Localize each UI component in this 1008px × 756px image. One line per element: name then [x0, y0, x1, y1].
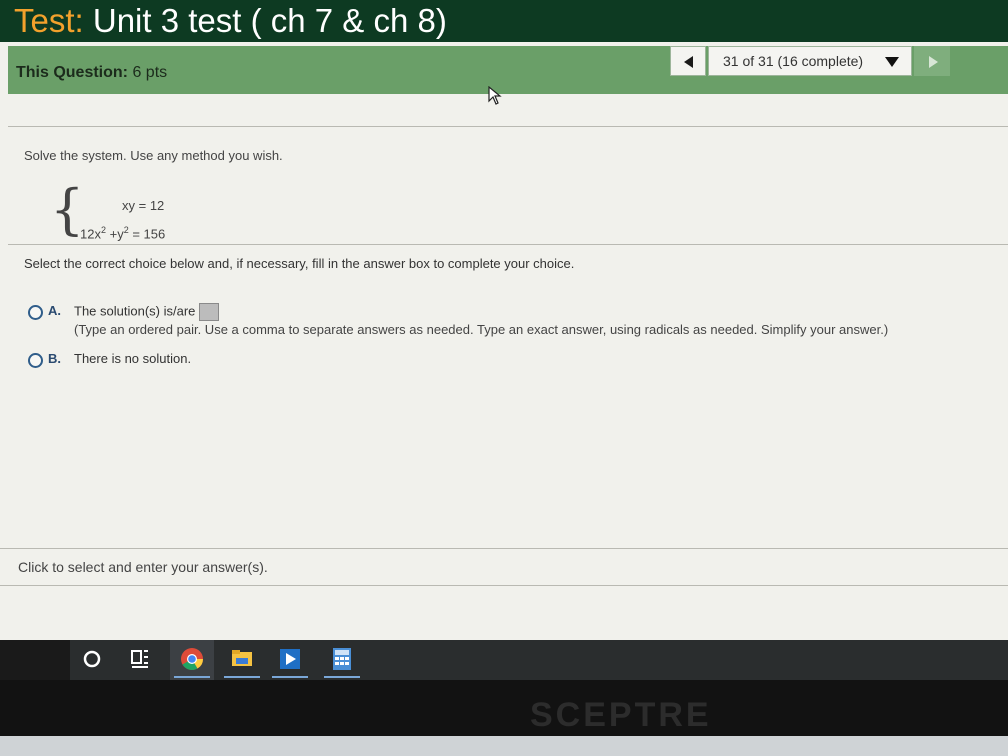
chrome-button[interactable] — [170, 640, 214, 680]
file-explorer-icon — [232, 650, 252, 666]
title-text: Unit 3 test ( ch 7 & ch 8) — [83, 2, 447, 39]
chrome-icon — [181, 648, 203, 670]
media-player-button[interactable] — [268, 640, 312, 680]
mouse-pointer-icon — [488, 86, 502, 105]
calculator-icon — [333, 648, 351, 670]
title-bar: Test: Unit 3 test ( ch 7 & ch 8) — [0, 0, 1008, 42]
page-title: Test: Unit 3 test ( ch 7 & ch 8) — [14, 2, 447, 40]
answer-hint: (Type an ordered pair. Use a comma to se… — [74, 322, 889, 337]
monitor-brand-logo: SCEPTRE — [530, 696, 712, 734]
desk-background — [0, 736, 1008, 756]
next-question-button[interactable] — [914, 46, 950, 76]
question-label: This Question: — [16, 64, 128, 81]
active-indicator — [224, 676, 260, 678]
arrow-left-icon — [684, 56, 693, 68]
arrow-right-icon — [929, 56, 938, 68]
divider — [0, 548, 1008, 549]
radio-button[interactable] — [28, 353, 43, 368]
active-indicator — [272, 676, 308, 678]
browser-screen: Test: Unit 3 test ( ch 7 & ch 8) This Qu… — [0, 0, 1008, 640]
question-points: This Question: 6 pts — [16, 64, 167, 82]
eq2-term1: 12x — [80, 226, 101, 242]
cortana-button[interactable] — [70, 640, 114, 680]
divider — [8, 244, 1008, 245]
choice-letter: A. — [48, 303, 61, 318]
previous-question-button[interactable] — [670, 46, 706, 76]
eq2-rhs: = 156 — [132, 226, 166, 242]
task-view-icon — [131, 650, 148, 668]
equation-1: xy = 12 — [122, 198, 165, 213]
select-prompt: Select the correct choice below and, if … — [24, 256, 575, 271]
file-explorer-button[interactable] — [220, 640, 264, 680]
question-status: 31 of 31 (16 complete) — [723, 53, 864, 69]
title-prefix: Test: — [14, 2, 84, 39]
equation-2: 12x2 +y2 = 156 — [80, 225, 165, 241]
calculator-button[interactable] — [320, 640, 364, 680]
choice-letter: B. — [48, 351, 61, 366]
footer-instruction: Click to select and enter your answer(s)… — [18, 559, 268, 575]
task-view-button[interactable] — [118, 640, 162, 680]
choice-text: There is no solution. — [74, 351, 192, 366]
points-value: 6 pts — [128, 64, 168, 81]
eq2-term2: +y — [109, 226, 124, 242]
choice-text: The solution(s) is/are — [74, 303, 220, 321]
answer-input-box[interactable] — [199, 303, 220, 321]
divider — [0, 585, 1008, 586]
exponent: 2 — [123, 225, 129, 235]
chevron-down-icon — [885, 57, 899, 67]
windows-taskbar — [70, 640, 1008, 680]
question-navigation: 31 of 31 (16 complete) — [670, 46, 950, 76]
choice-label: The solution(s) is/are — [74, 303, 196, 319]
question-bar: This Question: 6 pts 31 of 31 (16 comple… — [8, 46, 1008, 94]
media-player-icon — [280, 649, 300, 669]
equation-system: { xy = 12 12x2 +y2 = 156 — [50, 178, 250, 244]
radio-button[interactable] — [28, 305, 43, 320]
divider — [8, 126, 1008, 127]
active-indicator — [324, 676, 360, 678]
cortana-circle-icon — [83, 650, 101, 668]
active-indicator — [174, 676, 210, 678]
question-select-dropdown[interactable]: 31 of 31 (16 complete) — [708, 46, 912, 76]
question-instruction: Solve the system. Use any method you wis… — [24, 148, 283, 163]
exponent: 2 — [100, 225, 106, 235]
